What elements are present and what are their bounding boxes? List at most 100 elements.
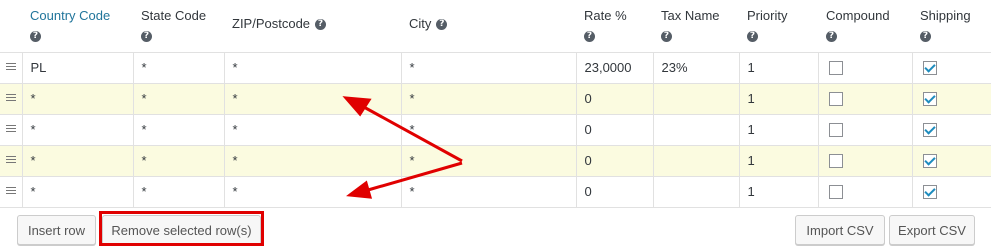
table-header-row: Country Code ? State Code ? ZIP/Postcode… bbox=[0, 0, 991, 53]
cell-city[interactable]: * bbox=[400, 82, 577, 115]
cell-city[interactable]: * bbox=[400, 144, 577, 177]
column-label: Compound bbox=[826, 8, 890, 23]
cell-priority[interactable]: 1 bbox=[738, 144, 819, 177]
table-row[interactable]: * * * * 0 1 bbox=[0, 113, 991, 146]
cell-zip[interactable]: * bbox=[223, 51, 402, 84]
cell-name[interactable] bbox=[652, 144, 740, 177]
cell-state[interactable]: * bbox=[132, 51, 225, 84]
column-header-city: City? bbox=[401, 0, 576, 53]
export-csv-button[interactable]: Export CSV bbox=[889, 215, 975, 245]
cell-zip[interactable]: * bbox=[223, 82, 402, 115]
column-header-priority: Priority ? bbox=[739, 0, 818, 53]
table-row[interactable]: * * * * 0 1 bbox=[0, 82, 991, 115]
cell-city[interactable]: * bbox=[400, 113, 577, 146]
cell-state[interactable]: * bbox=[132, 82, 225, 115]
column-label: ZIP/Postcode bbox=[232, 16, 311, 31]
drag-handle-cell[interactable] bbox=[0, 175, 23, 208]
cell-country[interactable]: * bbox=[21, 175, 134, 208]
cell-country[interactable]: * bbox=[21, 82, 134, 115]
compound-checkbox[interactable] bbox=[828, 185, 843, 200]
cell-shipping bbox=[911, 175, 991, 208]
cell-country[interactable]: * bbox=[21, 144, 134, 177]
column-label: Priority bbox=[747, 8, 788, 23]
column-label: City bbox=[409, 16, 432, 31]
cell-priority[interactable]: 1 bbox=[738, 175, 819, 208]
cell-name[interactable] bbox=[652, 175, 740, 208]
column-label: Shipping bbox=[920, 8, 971, 23]
cell-zip[interactable]: * bbox=[223, 144, 402, 177]
cell-state[interactable]: * bbox=[132, 113, 225, 146]
cell-compound bbox=[817, 144, 913, 177]
drag-handle-icon[interactable] bbox=[5, 61, 16, 72]
column-header-zip-postcode: ZIP/Postcode? bbox=[224, 0, 401, 53]
drag-handle-icon[interactable] bbox=[5, 185, 16, 196]
cell-city[interactable]: * bbox=[400, 175, 577, 208]
sort-column-header bbox=[0, 0, 22, 53]
cell-rate[interactable]: 0 bbox=[575, 82, 654, 115]
shipping-checkbox[interactable] bbox=[922, 185, 937, 200]
cell-zip[interactable]: * bbox=[223, 175, 402, 208]
help-icon[interactable]: ? bbox=[584, 31, 595, 43]
drag-handle-icon[interactable] bbox=[5, 123, 16, 134]
cell-priority[interactable]: 1 bbox=[738, 51, 819, 84]
cell-shipping bbox=[911, 51, 991, 84]
compound-checkbox[interactable] bbox=[828, 92, 843, 107]
column-header-country-code[interactable]: Country Code ? bbox=[22, 0, 133, 53]
cell-zip[interactable]: * bbox=[223, 113, 402, 146]
cell-country[interactable]: PL bbox=[21, 51, 134, 84]
shipping-checkbox[interactable] bbox=[922, 61, 937, 76]
table-row[interactable]: * * * * 0 1 bbox=[0, 175, 991, 208]
drag-handle-cell[interactable] bbox=[0, 51, 23, 84]
column-label: Tax Name bbox=[661, 8, 720, 23]
cell-state[interactable]: * bbox=[132, 144, 225, 177]
column-label: Country Code bbox=[30, 8, 111, 23]
cell-priority[interactable]: 1 bbox=[738, 82, 819, 115]
drag-handle-cell[interactable] bbox=[0, 113, 23, 146]
help-icon[interactable]: ? bbox=[826, 31, 837, 43]
help-icon[interactable]: ? bbox=[920, 31, 931, 43]
help-icon[interactable]: ? bbox=[141, 31, 152, 43]
cell-compound bbox=[817, 82, 913, 115]
cell-name[interactable] bbox=[652, 82, 740, 115]
drag-handle-icon[interactable] bbox=[5, 154, 16, 165]
cell-name[interactable] bbox=[652, 113, 740, 146]
cell-shipping bbox=[911, 144, 991, 177]
cell-country[interactable]: * bbox=[21, 113, 134, 146]
cell-shipping bbox=[911, 113, 991, 146]
help-icon[interactable]: ? bbox=[315, 19, 327, 31]
column-header-tax-name: Tax Name ? bbox=[653, 0, 739, 53]
drag-handle-icon[interactable] bbox=[5, 92, 16, 103]
cell-rate[interactable]: 0 bbox=[575, 144, 654, 177]
cell-name[interactable]: 23% bbox=[652, 51, 740, 84]
column-header-state-code: State Code ? bbox=[133, 0, 224, 53]
cell-city[interactable]: * bbox=[400, 51, 577, 84]
table-row[interactable]: PL * * * 23,0000 23% 1 bbox=[0, 51, 991, 84]
drag-handle-cell[interactable] bbox=[0, 82, 23, 115]
cell-compound bbox=[817, 175, 913, 208]
shipping-checkbox[interactable] bbox=[922, 92, 937, 107]
cell-state[interactable]: * bbox=[132, 175, 225, 208]
column-header-compound: Compound ? bbox=[818, 0, 912, 53]
column-label: Rate % bbox=[584, 8, 627, 23]
help-icon[interactable]: ? bbox=[747, 31, 758, 43]
drag-handle-cell[interactable] bbox=[0, 144, 23, 177]
cell-compound bbox=[817, 51, 913, 84]
table-row[interactable]: * * * * 0 1 bbox=[0, 144, 991, 177]
cell-rate[interactable]: 23,0000 bbox=[575, 51, 654, 84]
compound-checkbox[interactable] bbox=[828, 154, 843, 169]
insert-row-button[interactable]: Insert row bbox=[17, 215, 96, 245]
cell-shipping bbox=[911, 82, 991, 115]
cell-rate[interactable]: 0 bbox=[575, 175, 654, 208]
compound-checkbox[interactable] bbox=[828, 61, 843, 76]
compound-checkbox[interactable] bbox=[828, 123, 843, 138]
cell-priority[interactable]: 1 bbox=[738, 113, 819, 146]
help-icon[interactable]: ? bbox=[661, 31, 672, 43]
help-icon[interactable]: ? bbox=[436, 19, 448, 31]
cell-rate[interactable]: 0 bbox=[575, 113, 654, 146]
shipping-checkbox[interactable] bbox=[922, 123, 937, 138]
shipping-checkbox[interactable] bbox=[922, 154, 937, 169]
column-header-shipping: Shipping ? bbox=[912, 0, 991, 53]
tax-rates-table: Country Code ? State Code ? ZIP/Postcode… bbox=[0, 0, 991, 208]
import-csv-button[interactable]: Import CSV bbox=[795, 215, 885, 245]
help-icon[interactable]: ? bbox=[30, 31, 41, 43]
